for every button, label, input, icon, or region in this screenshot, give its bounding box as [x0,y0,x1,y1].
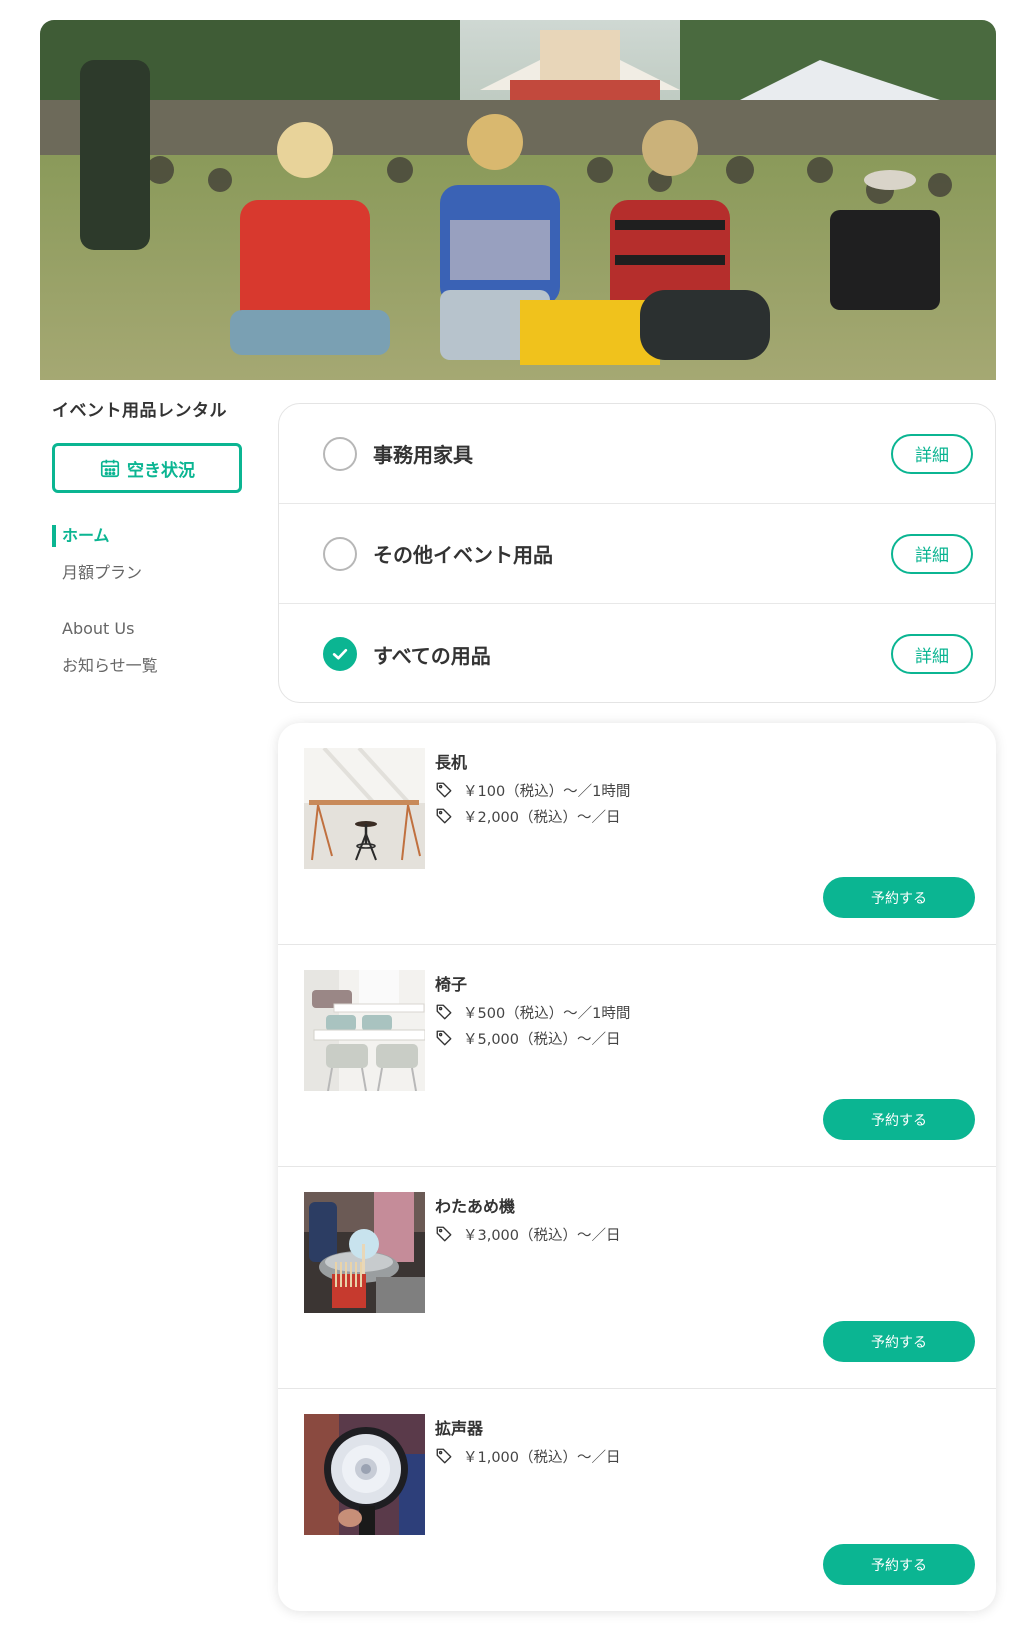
price-row: ￥1,000（税込）〜／日 [435,1443,621,1469]
category-row: すべての用品 詳細 [279,604,995,702]
item-image [304,748,425,869]
price-text: ￥3,000（税込）〜／日 [463,1227,621,1244]
category-filter-panel: 事務用家具 詳細 その他イベント用品 詳細 すべての用品 詳細 [278,403,996,703]
price-text: ￥500（税込）〜／1時間 [463,1005,631,1022]
price-tag-icon [436,808,452,824]
price-row: ￥500（税込）〜／1時間 [435,999,630,1025]
item-image [304,970,425,1091]
reserve-button[interactable]: 予約する [823,1321,975,1362]
item-card: 椅子 ￥500（税込）〜／1時間 ￥5,000（税込）〜／日 予約する [278,945,996,1167]
calendar-icon [100,459,120,478]
site-title: イベント用品レンタル [52,401,227,421]
price-tag-icon [436,1448,452,1464]
item-name: わたあめ機 [435,1197,516,1216]
price-tag-icon [436,1004,452,1020]
price-text: ￥1,000（税込）〜／日 [463,1449,621,1466]
reserve-button[interactable]: 予約する [823,1099,975,1140]
price-row: ￥100（税込）〜／1時間 [435,777,630,803]
price-list: ￥100（税込）〜／1時間 ￥2,000（税込）〜／日 [435,777,630,829]
check-icon [332,648,348,660]
category-radio[interactable] [323,536,357,571]
item-list-panel: 長机 ￥100（税込）〜／1時間 ￥2,000（税込）〜／日 予約する 椅子 ￥… [278,723,996,1611]
detail-button[interactable]: 詳細 [891,433,973,474]
price-list: ￥3,000（税込）〜／日 [435,1221,621,1247]
category-label: その他イベント用品 [373,543,553,567]
price-row: ￥5,000（税込）〜／日 [435,1025,630,1051]
reserve-button[interactable]: 予約する [823,1544,975,1585]
sidebar-nav: ホーム 月額プラン About Us お知らせ一覧 [52,517,252,684]
availability-button-label: 空き状況 [127,460,195,481]
item-card: 長机 ￥100（税込）〜／1時間 ￥2,000（税込）〜／日 予約する [278,723,996,945]
price-list: ￥500（税込）〜／1時間 ￥5,000（税込）〜／日 [435,999,630,1051]
item-card: わたあめ機 ￥3,000（税込）〜／日 予約する [278,1167,996,1389]
price-row: ￥3,000（税込）〜／日 [435,1221,621,1247]
price-list: ￥1,000（税込）〜／日 [435,1443,621,1469]
detail-button[interactable]: 詳細 [891,634,973,674]
item-image [304,1414,425,1535]
item-name: 長机 [435,753,468,772]
category-radio-checked[interactable] [323,637,357,671]
item-card: 拡声器 ￥1,000（税込）〜／日 予約する [278,1389,996,1611]
price-text: ￥100（税込）〜／1時間 [463,783,631,800]
nav-item-monthly-plan[interactable]: 月額プラン [52,554,252,591]
price-text: ￥5,000（税込）〜／日 [463,1031,621,1048]
item-image [304,1192,425,1313]
nav-item-home[interactable]: ホーム [52,517,252,554]
nav-item-about-us[interactable]: About Us [52,610,252,647]
category-label: 事務用家具 [373,443,473,467]
hero-image [40,20,996,380]
availability-button[interactable]: 空き状況 [52,443,242,493]
category-radio[interactable] [323,436,357,471]
price-row: ￥2,000（税込）〜／日 [435,803,630,829]
price-tag-icon [436,1030,452,1046]
category-label: すべての用品 [373,643,491,668]
price-text: ￥2,000（税込）〜／日 [463,809,621,826]
nav-item-news[interactable]: お知らせ一覧 [52,647,252,684]
reserve-button[interactable]: 予約する [823,877,975,918]
price-tag-icon [436,782,452,798]
item-name: 拡声器 [435,1419,484,1438]
item-name: 椅子 [435,975,468,994]
sidebar: イベント用品レンタル 空き状況 ホーム 月額プラン About Us お知らせ一… [52,396,252,684]
category-row: 事務用家具 詳細 [279,404,995,504]
category-row: その他イベント用品 詳細 [279,504,995,604]
detail-button[interactable]: 詳細 [891,533,973,574]
price-tag-icon [436,1226,452,1242]
